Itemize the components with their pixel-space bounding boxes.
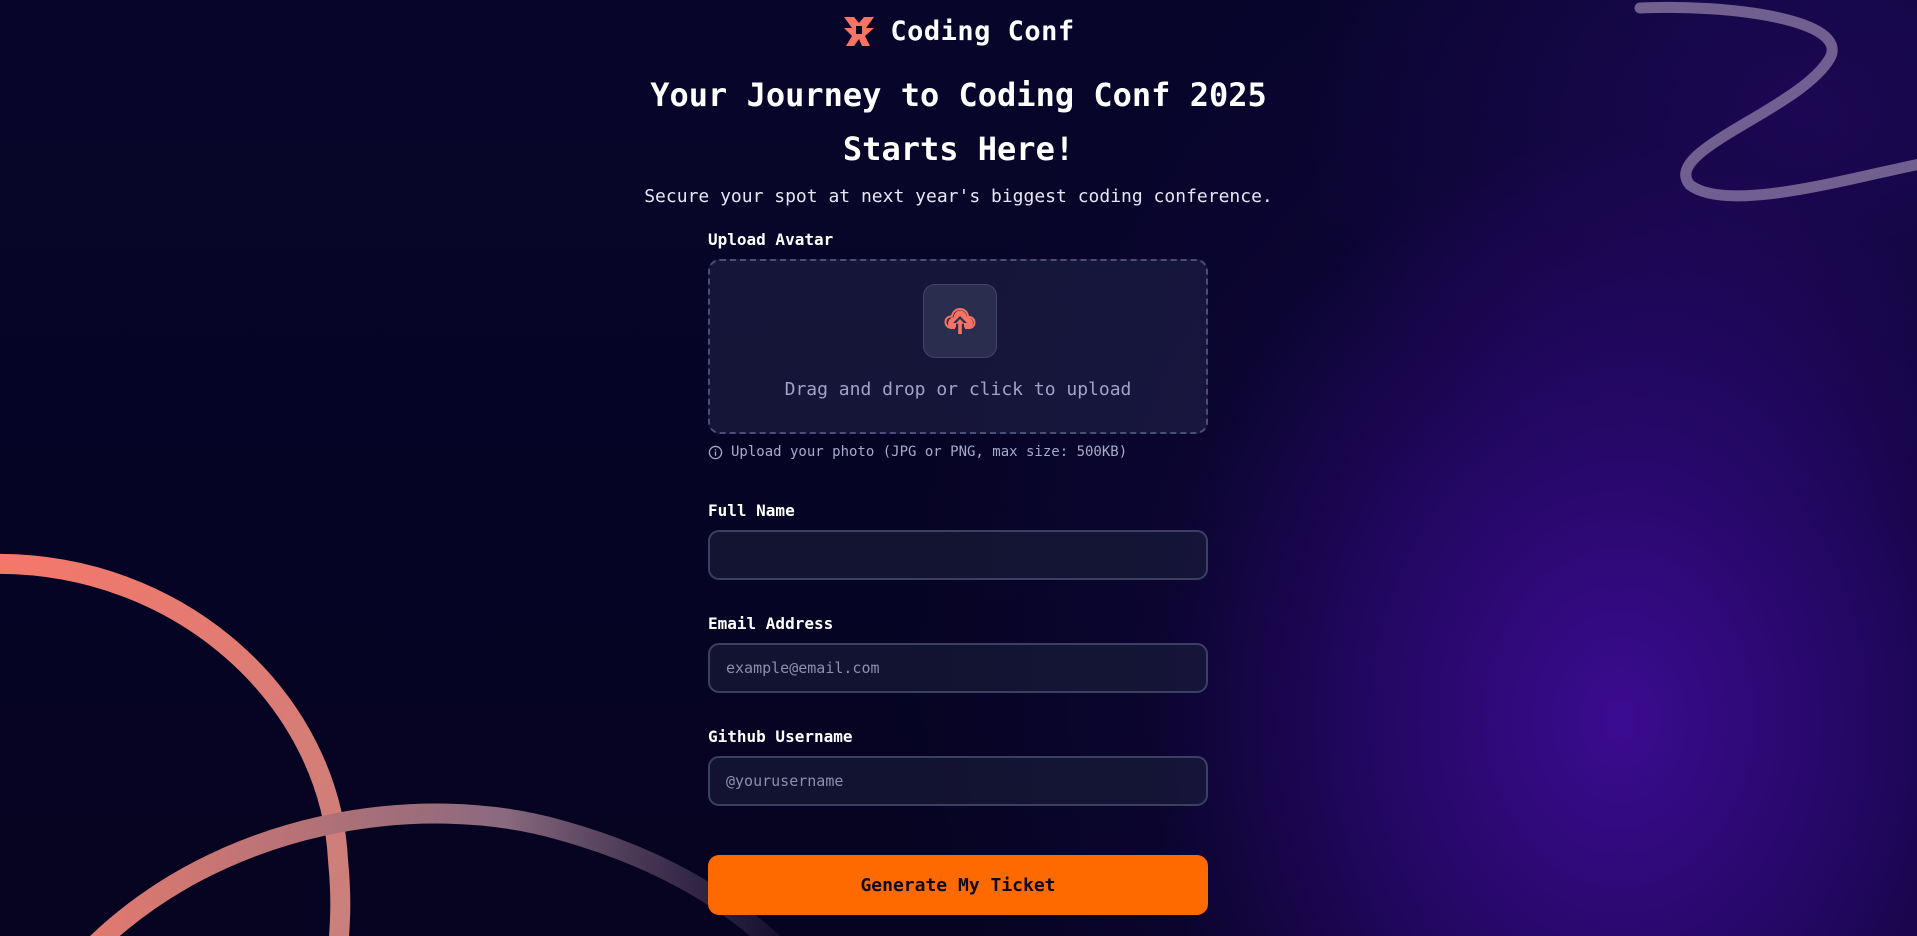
cloud-upload-icon <box>944 308 976 334</box>
avatar-hint-text: Upload your photo (JPG or PNG, max size:… <box>731 444 1128 460</box>
github-label: Github Username <box>708 727 853 746</box>
generate-ticket-button[interactable]: Generate My Ticket <box>708 855 1208 915</box>
avatar-label: Upload Avatar <box>708 230 834 249</box>
full-name-input[interactable] <box>708 530 1208 580</box>
brand-name: Coding Conf <box>890 15 1075 47</box>
github-username-input[interactable] <box>708 756 1208 806</box>
avatar-hint: Upload your photo (JPG or PNG, max size:… <box>708 444 1127 460</box>
main-content: Coding Conf Your Journey to Coding Conf … <box>0 0 1917 936</box>
page-subtitle: Secure your spot at next year's biggest … <box>644 186 1273 207</box>
page-title: Your Journey to Coding Conf 2025 Starts … <box>0 68 1917 176</box>
avatar-dropzone[interactable]: Drag and drop or click to upload <box>708 259 1208 434</box>
email-input[interactable] <box>708 643 1208 693</box>
email-label: Email Address <box>708 614 834 633</box>
info-icon <box>708 445 723 459</box>
page-title-line-2: Starts Here! <box>842 130 1075 168</box>
full-name-label: Full Name <box>708 501 795 520</box>
upload-icon-container <box>923 284 997 358</box>
page-title-line-1: Your Journey to Coding Conf 2025 <box>650 76 1267 114</box>
coding-conf-logo-icon <box>844 17 875 46</box>
brand-logo[interactable]: Coding Conf <box>0 14 1917 48</box>
dropzone-text: Drag and drop or click to upload <box>784 379 1132 400</box>
